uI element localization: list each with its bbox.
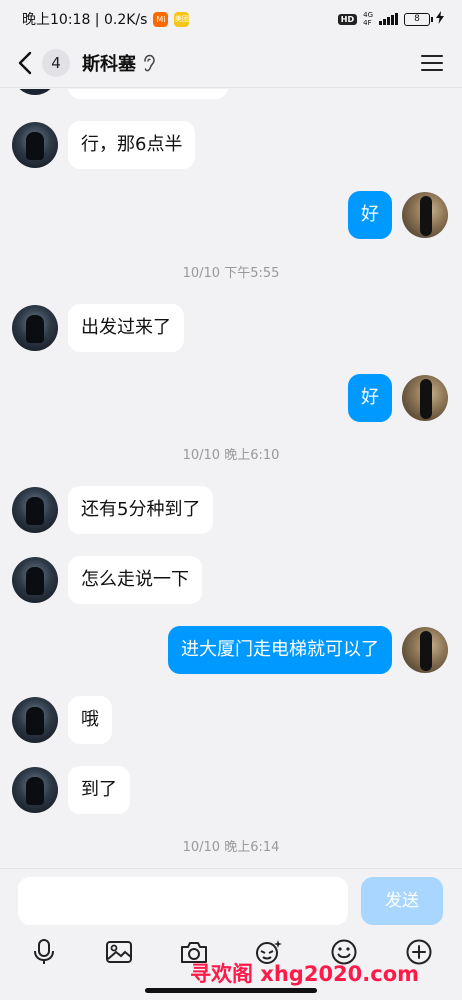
hd-badge: HD: [337, 13, 358, 25]
avatar[interactable]: [12, 697, 58, 743]
message-bubble[interactable]: 哦: [68, 696, 112, 744]
hamburger-menu-icon: [421, 55, 443, 71]
status-right: HD 4G 4F 8: [337, 11, 444, 27]
chat-header: 4 斯科塞: [0, 38, 462, 88]
status-left: 晚上10:18 | 0.2K/s Mi 美团: [22, 9, 190, 29]
net-bottom: 4F: [363, 19, 372, 27]
message-list[interactable]: 行，那6点半 好 10/10 下午5:55 出发过来了 好 10/10 晚上6:…: [0, 89, 462, 869]
message-row: 还有5分种到了: [0, 485, 462, 535]
avatar[interactable]: [12, 487, 58, 533]
avatar[interactable]: [12, 122, 58, 168]
avatar[interactable]: [402, 192, 448, 238]
message-bubble[interactable]: 进大厦门走电梯就可以了: [168, 626, 392, 674]
signal-icon: [379, 13, 398, 25]
message-row: 好: [0, 190, 462, 240]
avatar[interactable]: [12, 767, 58, 813]
message-bubble[interactable]: 还有5分种到了: [68, 486, 214, 534]
unread-count-badge[interactable]: 4: [42, 48, 70, 77]
timestamp: 10/10 晚上6:14: [182, 840, 280, 855]
message-bubble[interactable]: 怎么走说一下: [68, 556, 202, 604]
meituan-app-icon: 美团: [174, 11, 190, 27]
image-icon[interactable]: [104, 937, 134, 967]
message-bubble-partial: [68, 89, 228, 99]
ear-icon: [142, 54, 156, 72]
message-row: 进大厦门走电梯就可以了: [0, 625, 462, 675]
battery-level: 8: [414, 13, 420, 24]
avatar[interactable]: [402, 375, 448, 421]
message-bubble[interactable]: 出发过来了: [68, 304, 184, 352]
status-time: 晚上10:18 | 0.2K/s: [22, 12, 148, 28]
message-row: 到了: [0, 765, 462, 815]
send-button[interactable]: 发送: [361, 877, 443, 925]
net-top: 4G: [363, 11, 373, 19]
message-bubble[interactable]: 行，那6点半: [68, 121, 196, 169]
message-row: 哦: [0, 695, 462, 745]
message-row: 出发过来了: [0, 303, 462, 353]
microphone-icon[interactable]: [29, 937, 59, 967]
watermark: 寻欢阁 xhg2020.com: [190, 962, 420, 986]
status-bar: 晚上10:18 | 0.2K/s Mi 美团 HD 4G 4F 8: [0, 0, 462, 38]
battery-icon: 8: [404, 12, 433, 26]
input-bar: 发送: [0, 868, 462, 932]
avatar[interactable]: [12, 305, 58, 351]
avatar[interactable]: [12, 89, 58, 95]
message-input[interactable]: [18, 877, 348, 925]
mi-app-icon: Mi: [153, 11, 169, 27]
home-indicator: [145, 988, 317, 993]
message-bubble[interactable]: 好: [348, 374, 392, 422]
chat-title: 斯科塞: [82, 53, 136, 75]
back-button[interactable]: [8, 38, 42, 88]
message-bubble[interactable]: 到了: [68, 766, 130, 814]
menu-button[interactable]: [420, 51, 444, 75]
timestamp: 10/10 晚上6:10: [182, 448, 280, 463]
chevron-left-icon: [18, 51, 32, 74]
charging-icon: [436, 11, 444, 27]
avatar[interactable]: [402, 627, 448, 673]
network-type-icon: 4G 4F: [363, 11, 373, 27]
message-row: 怎么走说一下: [0, 555, 462, 605]
message-bubble[interactable]: 好: [348, 191, 392, 239]
timestamp: 10/10 下午5:55: [182, 266, 280, 281]
message-row: 行，那6点半: [0, 120, 462, 170]
message-row: 好: [0, 373, 462, 423]
avatar[interactable]: [12, 557, 58, 603]
